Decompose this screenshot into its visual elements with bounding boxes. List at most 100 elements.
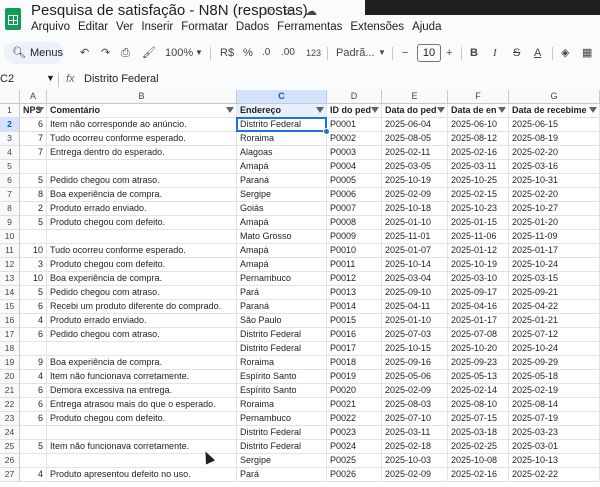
name-box[interactable]: C2 (0, 73, 14, 85)
header-cell[interactable]: NPS (20, 104, 47, 118)
search-menus-button[interactable]: 🔍︎ Menus (4, 42, 64, 64)
table-cell[interactable]: 2025-05-18 (509, 370, 600, 384)
table-cell[interactable]: 2025-02-09 (382, 188, 448, 202)
menu-item-ver[interactable]: Ver (116, 21, 133, 33)
table-cell[interactable]: Pará (237, 468, 327, 482)
move-folder-icon[interactable]: ▭ (284, 4, 295, 18)
table-cell[interactable]: São Paulo (237, 314, 327, 328)
filter-icon[interactable] (589, 107, 597, 113)
table-cell[interactable]: Distrito Federal (237, 118, 327, 132)
table-cell[interactable]: P0024 (327, 440, 382, 454)
row-header[interactable]: 15 (0, 300, 20, 314)
borders-icon[interactable]: ▦ (582, 44, 592, 62)
header-cell[interactable]: Data do ped (382, 104, 448, 118)
menu-item-ferramentas[interactable]: Ferramentas (277, 21, 342, 33)
menu-item-extensões[interactable]: Extensões (350, 21, 404, 33)
table-cell[interactable]: Roraima (237, 132, 327, 146)
currency-format-button[interactable]: R$ (220, 44, 234, 62)
table-cell[interactable]: 2025-03-04 (382, 272, 448, 286)
row-header[interactable]: 21 (0, 384, 20, 398)
table-cell[interactable]: Pará (237, 286, 327, 300)
table-cell[interactable]: 2025-02-20 (509, 188, 600, 202)
table-cell[interactable]: P0020 (327, 384, 382, 398)
table-cell[interactable]: 2025-03-15 (509, 272, 600, 286)
table-cell[interactable]: 2 (20, 202, 47, 216)
table-cell[interactable]: 2025-07-15 (448, 412, 509, 426)
table-cell[interactable]: P0012 (327, 272, 382, 286)
table-cell[interactable]: 2025-10-15 (382, 342, 448, 356)
table-cell[interactable]: 2025-01-15 (448, 216, 509, 230)
table-cell[interactable]: 2025-01-20 (509, 216, 600, 230)
table-cell[interactable]: P0018 (327, 356, 382, 370)
table-cell[interactable]: P0005 (327, 174, 382, 188)
table-cell[interactable]: Paraná (237, 174, 327, 188)
column-header-b[interactable]: B (47, 90, 237, 104)
table-cell[interactable]: 2025-07-10 (382, 412, 448, 426)
row-header[interactable]: 20 (0, 370, 20, 384)
header-cell[interactable]: Comentário (47, 104, 237, 118)
table-cell[interactable]: P0014 (327, 300, 382, 314)
table-cell[interactable]: 2025-10-27 (509, 202, 600, 216)
table-cell[interactable]: 2025-02-19 (509, 384, 600, 398)
table-cell[interactable]: 5 (20, 440, 47, 454)
table-cell[interactable]: 2025-11-01 (382, 230, 448, 244)
table-cell[interactable]: Item não funcionava corretamente. (47, 370, 237, 384)
table-cell[interactable]: 7 (20, 132, 47, 146)
table-cell[interactable]: 2025-03-05 (382, 160, 448, 174)
table-cell[interactable]: Alagoas (237, 146, 327, 160)
table-cell[interactable]: Produto chegou com defeito. (47, 258, 237, 272)
sheets-logo-icon[interactable] (5, 8, 21, 30)
table-cell[interactable]: P0025 (327, 454, 382, 468)
column-header-d[interactable]: D (327, 90, 382, 104)
zoom-select[interactable]: 100% (165, 44, 193, 62)
row-header[interactable]: 12 (0, 258, 20, 272)
table-cell[interactable]: 2025-03-11 (448, 160, 509, 174)
table-cell[interactable]: P0021 (327, 398, 382, 412)
table-cell[interactable]: Sergipe (237, 454, 327, 468)
table-cell[interactable]: 2025-07-12 (509, 328, 600, 342)
undo-icon[interactable]: ↶ (80, 44, 89, 62)
table-cell[interactable]: P0007 (327, 202, 382, 216)
table-cell[interactable]: 10 (20, 272, 47, 286)
table-cell[interactable]: 2025-10-31 (509, 174, 600, 188)
row-header[interactable]: 25 (0, 440, 20, 454)
table-cell[interactable]: Paraná (237, 300, 327, 314)
table-cell[interactable] (20, 454, 47, 468)
row-header[interactable]: 24 (0, 426, 20, 440)
table-cell[interactable]: Tudo ocorreu conforme esperado. (47, 132, 237, 146)
table-cell[interactable] (20, 342, 47, 356)
table-cell[interactable] (47, 160, 237, 174)
decrease-decimal-button[interactable]: .0 (262, 44, 270, 62)
column-header-f[interactable]: F (448, 90, 509, 104)
percent-format-button[interactable]: % (243, 44, 253, 62)
table-cell[interactable]: Distrito Federal (237, 426, 327, 440)
table-cell[interactable]: 2025-03-23 (509, 426, 600, 440)
filter-icon[interactable] (437, 107, 445, 113)
table-cell[interactable]: Boa experiência de compra. (47, 188, 237, 202)
table-cell[interactable]: 2025-04-11 (382, 300, 448, 314)
row-header[interactable]: 13 (0, 272, 20, 286)
table-cell[interactable]: 2025-02-25 (448, 440, 509, 454)
table-cell[interactable]: 4 (20, 370, 47, 384)
table-cell[interactable]: 2025-07-08 (448, 328, 509, 342)
table-cell[interactable]: P0002 (327, 132, 382, 146)
table-cell[interactable]: 2025-10-13 (509, 454, 600, 468)
table-cell[interactable]: 2025-02-09 (382, 384, 448, 398)
table-cell[interactable]: 2025-02-14 (448, 384, 509, 398)
table-cell[interactable]: Produto chegou com defeito. (47, 216, 237, 230)
table-cell[interactable]: 2025-07-19 (509, 412, 600, 426)
table-cell[interactable]: Amapá (237, 244, 327, 258)
filter-icon[interactable] (226, 107, 234, 113)
table-cell[interactable]: 8 (20, 188, 47, 202)
table-cell[interactable]: Distrito Federal (237, 328, 327, 342)
table-cell[interactable]: Produto chegou com defeito. (47, 412, 237, 426)
table-cell[interactable]: 6 (20, 328, 47, 342)
table-cell[interactable]: 5 (20, 174, 47, 188)
table-cell[interactable]: 2025-02-16 (448, 146, 509, 160)
increase-font-size-button[interactable]: + (446, 44, 452, 62)
row-header[interactable]: 1 (0, 104, 20, 118)
table-cell[interactable]: 2025-11-06 (448, 230, 509, 244)
paint-format-icon[interactable]: 🖌︎ (142, 44, 156, 62)
table-cell[interactable]: 6 (20, 300, 47, 314)
table-cell[interactable]: 2025-08-12 (448, 132, 509, 146)
